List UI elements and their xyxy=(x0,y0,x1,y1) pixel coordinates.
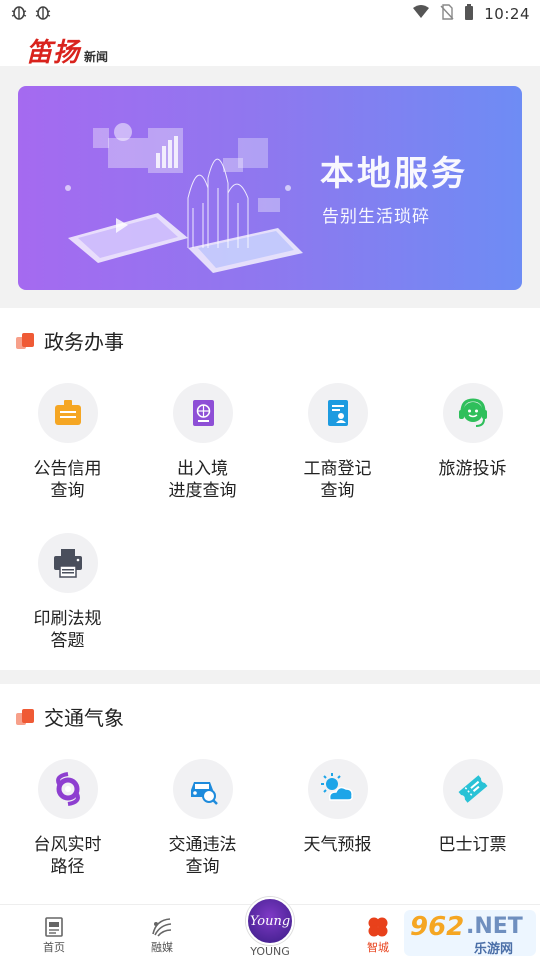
nav-media[interactable]: 融媒 xyxy=(132,915,192,955)
customer-service-icon xyxy=(442,383,503,443)
top-bar: 笛扬 新闻 xyxy=(0,28,540,69)
service-printing-regulations[interactable]: 印刷法规 答题 xyxy=(0,533,135,652)
service-label: 交通违法 查询 xyxy=(168,835,237,877)
service-travel-complaint[interactable]: 旅游投诉 xyxy=(405,383,540,480)
status-bar: 10:24 xyxy=(0,0,540,28)
service-label: 天气预报 xyxy=(303,835,372,855)
service-label: 公告信用 查询 xyxy=(33,459,102,501)
media-icon xyxy=(132,915,192,939)
battery-icon xyxy=(464,4,474,24)
service-label: 巴士订票 xyxy=(438,835,507,855)
service-label: 工商登记 查询 xyxy=(303,459,372,501)
service-label: 出入境 进度查询 xyxy=(168,459,237,501)
smart-city-icon xyxy=(348,915,408,939)
typhoon-icon xyxy=(37,759,98,819)
local-services-banner[interactable]: 本地服务 告别生活琐碎 xyxy=(18,86,522,290)
service-announcement-credit[interactable]: 公告信用 查询 xyxy=(0,383,135,502)
watermark-number: 962 xyxy=(410,912,465,942)
bug-icon xyxy=(34,4,52,24)
status-time: 10:24 xyxy=(484,5,530,23)
weather-icon xyxy=(307,759,368,819)
service-typhoon-path[interactable]: 台风实时 路径 xyxy=(0,759,135,878)
nav-label: 首页 xyxy=(43,941,65,954)
service-business-registration[interactable]: 工商登记 查询 xyxy=(270,383,405,502)
service-label: 印刷法规 答题 xyxy=(33,609,102,651)
service-label: 旅游投诉 xyxy=(438,459,507,479)
section-title: 政务办事 xyxy=(44,330,124,354)
section-mark-icon xyxy=(16,332,36,350)
watermark-site-name: 乐游网 xyxy=(474,942,514,957)
home-doc-icon xyxy=(24,915,84,939)
section-header: 交通气象 xyxy=(16,702,124,731)
service-weather-forecast[interactable]: 天气预报 xyxy=(270,759,405,856)
announcement-icon xyxy=(37,383,98,443)
logo-main: 笛扬 xyxy=(26,38,81,68)
status-left xyxy=(10,4,52,24)
service-bus-ticket[interactable]: 巴士订票 xyxy=(405,759,540,856)
banner-illustration xyxy=(65,123,303,273)
registration-card-icon xyxy=(307,383,368,443)
nav-label: 智城 xyxy=(367,941,389,954)
banner-subtitle: 告别生活琐碎 xyxy=(322,207,430,227)
logo-sub: 新闻 xyxy=(84,50,109,64)
section-title: 交通气象 xyxy=(44,706,124,730)
car-search-icon xyxy=(172,759,233,819)
nav-home[interactable]: 首页 xyxy=(24,915,84,955)
status-right: 10:24 xyxy=(412,4,530,24)
watermark-net: .NET xyxy=(466,914,523,939)
app-logo: 笛扬 新闻 xyxy=(26,32,108,69)
section-header: 政务办事 xyxy=(16,326,124,355)
nav-smart-city[interactable]: 智城 xyxy=(348,915,408,955)
service-traffic-violation[interactable]: 交通违法 查询 xyxy=(135,759,270,878)
section-traffic-weather: 交通气象 台风实时 路径 交通违法 查询 天气预报 巴士订票 xyxy=(0,684,540,904)
wifi-icon xyxy=(412,5,430,23)
ticket-icon xyxy=(442,759,503,819)
section-government: 政务办事 公告信用 查询 出入境 进度查询 工商登记 查询 旅游投诉 印刷法规 … xyxy=(0,308,540,670)
nav-label: YOUNG xyxy=(250,945,290,958)
site-watermark: 962 .NET 乐游网 xyxy=(404,910,536,957)
bug-icon xyxy=(10,4,28,24)
young-logo-icon: Young xyxy=(246,897,294,945)
passport-icon xyxy=(172,383,233,443)
nav-young[interactable]: Young YOUNG xyxy=(241,897,299,958)
nav-label: 融媒 xyxy=(151,941,173,954)
service-label: 台风实时 路径 xyxy=(33,835,102,877)
banner-title: 本地服务 xyxy=(320,154,468,194)
no-sim-icon xyxy=(440,4,454,24)
banner-area: 本地服务 告别生活琐碎 xyxy=(0,66,540,308)
printer-icon xyxy=(37,533,98,593)
app-screen: 10:24 笛扬 新闻 本地服务 告别生活琐碎 政务办事 公告信用 查询 出入境… xyxy=(0,0,540,960)
section-mark-icon xyxy=(16,708,36,726)
service-entry-exit[interactable]: 出入境 进度查询 xyxy=(135,383,270,502)
